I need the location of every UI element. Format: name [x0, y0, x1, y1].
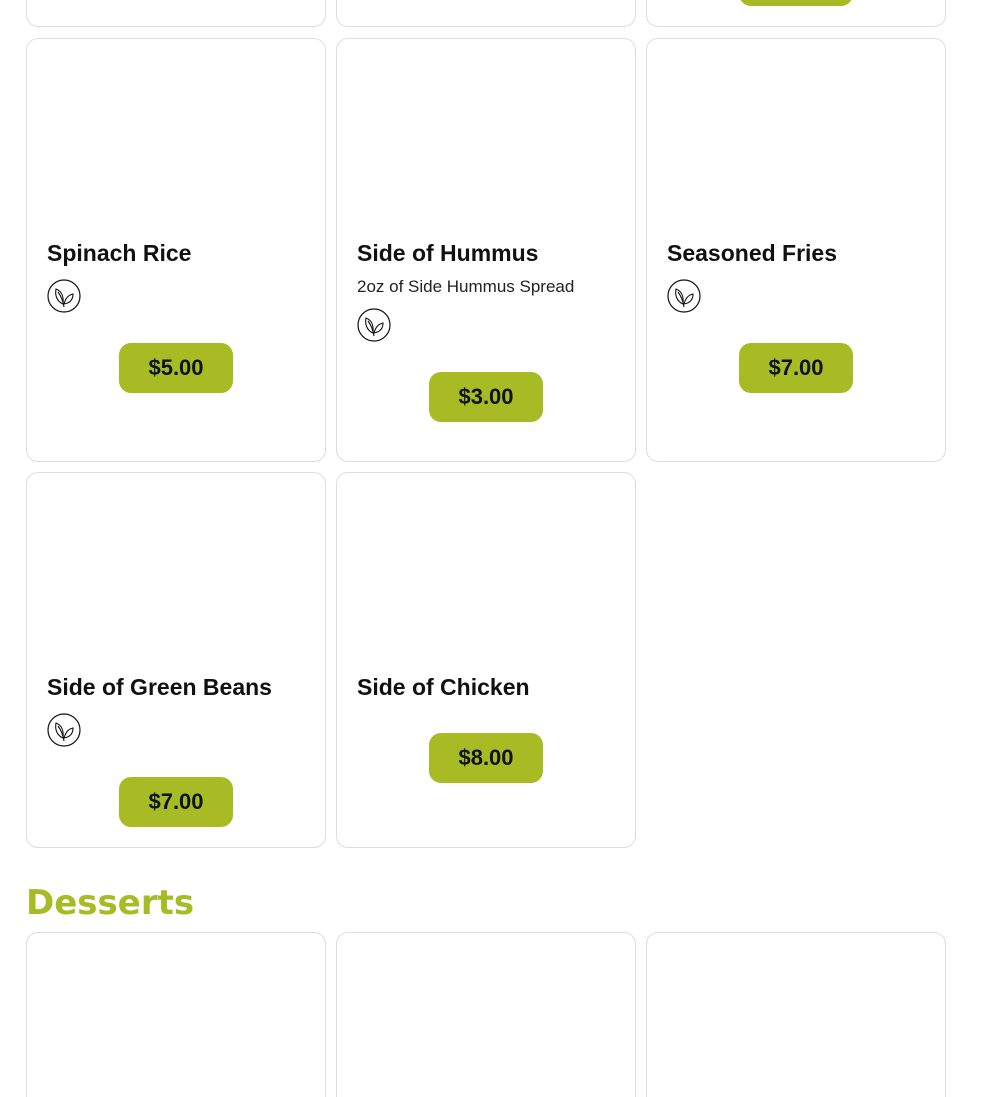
- price-button[interactable]: $3.00: [429, 372, 543, 422]
- item-image: [647, 39, 945, 229]
- price-button[interactable]: $5.00: [119, 343, 233, 393]
- price-button[interactable]: [739, 0, 853, 6]
- leaf-icon: [47, 713, 81, 747]
- item-image: [337, 473, 635, 663]
- menu-item-card[interactable]: [646, 932, 946, 1097]
- item-image: [27, 933, 325, 1097]
- item-name: Side of Chicken: [357, 674, 530, 700]
- section-title-desserts: Desserts: [26, 883, 195, 923]
- item-name: Side of Hummus: [357, 240, 539, 266]
- item-name: Side of Green Beans: [47, 674, 272, 700]
- menu-item-card[interactable]: [336, 932, 636, 1097]
- menu-item-card[interactable]: Side of Hummus 2oz of Side Hummus Spread…: [336, 38, 636, 462]
- price-button[interactable]: $8.00: [429, 733, 543, 783]
- item-image: [337, 933, 635, 1097]
- menu-item-card[interactable]: Side of Chicken $8.00: [336, 472, 636, 848]
- menu-item-card[interactable]: Seasoned Fries $7.00: [646, 38, 946, 462]
- leaf-icon: [667, 279, 701, 313]
- menu-item-card[interactable]: Side of Green Beans $7.00: [26, 472, 326, 848]
- leaf-icon: [357, 308, 391, 342]
- item-name: Spinach Rice: [47, 240, 192, 266]
- item-name: Seasoned Fries: [667, 240, 838, 266]
- item-description: 2oz of Side Hummus Spread: [357, 277, 575, 296]
- item-image: [647, 933, 945, 1097]
- item-image: [337, 39, 635, 229]
- price-button[interactable]: $7.00: [119, 777, 233, 827]
- menu-item-card[interactable]: [26, 0, 326, 27]
- menu-item-card[interactable]: Spinach Rice $5.00: [26, 38, 326, 462]
- item-image: [27, 473, 325, 663]
- price-button[interactable]: $7.00: [739, 343, 853, 393]
- menu-page: Spinach Rice $5.00 Side of Hummus 2oz of…: [0, 0, 990, 1097]
- leaf-icon: [47, 279, 81, 313]
- item-image: [27, 39, 325, 229]
- menu-item-card[interactable]: [336, 0, 636, 27]
- menu-item-card[interactable]: [26, 932, 326, 1097]
